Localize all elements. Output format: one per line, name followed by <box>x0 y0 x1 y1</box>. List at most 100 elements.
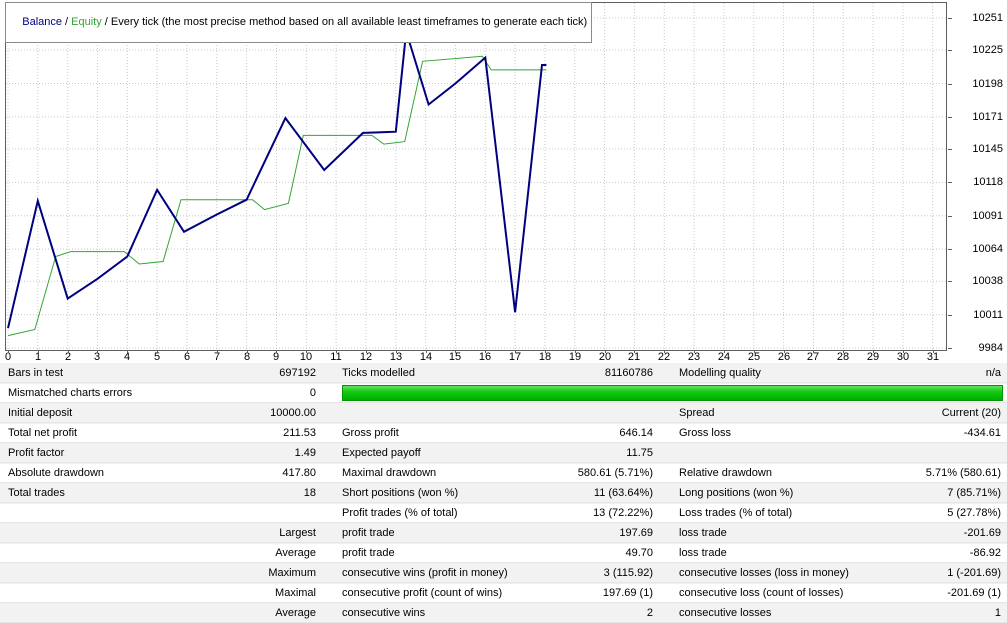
report-row: Bars in test 697192 Ticks modelled 81160786… <box>0 363 1007 383</box>
x-axis-tick <box>366 351 367 353</box>
x-axis-tick <box>664 351 665 353</box>
x-axis-label: 2 <box>64 351 72 363</box>
x-axis-tick <box>545 351 546 353</box>
report-value: 13 (72.22%) <box>593 506 653 519</box>
report-value: 5.71% (580.61) <box>925 466 1001 479</box>
y-axis-tick <box>948 182 952 183</box>
report-label: profit trade <box>342 546 395 559</box>
x-axis-label: 28 <box>836 351 850 363</box>
report-label: Loss trades (% of total) <box>679 506 793 519</box>
report-value: n/a <box>985 366 1001 379</box>
report-row: Profit trades (% of total) 13 (72.22%) Los… <box>0 503 1007 523</box>
report-row: Absolute drawdown 417.80 Maximal drawdown 5… <box>0 463 1007 483</box>
x-axis-tick <box>38 351 39 353</box>
report-value: 7 (85.71%) <box>947 486 1001 499</box>
x-axis-tick <box>605 351 606 353</box>
report-label: Modelling quality <box>679 366 761 379</box>
x-axis-label: 12 <box>359 351 373 363</box>
x-axis-label: 7 <box>213 351 221 363</box>
report-label: Expected payoff <box>342 446 421 459</box>
y-axis-label: 10171 <box>972 111 1003 123</box>
x-axis-tick <box>157 351 158 353</box>
report-label: Long positions (won %) <box>679 486 794 499</box>
report-value: Current (20) <box>941 406 1001 419</box>
x-axis-label: 18 <box>538 351 552 363</box>
x-axis-tick <box>694 351 695 353</box>
report-label: Spread <box>679 406 715 419</box>
x-axis-label: 10 <box>299 351 313 363</box>
report-row: Average profit trade 49.70 loss trade -86.92 <box>0 543 1007 563</box>
x-axis-tick <box>396 351 397 353</box>
report-row: Largest profit trade 197.69 loss trade -201.… <box>0 523 1007 543</box>
x-axis-tick <box>634 351 635 353</box>
x-axis-label: 6 <box>183 351 191 363</box>
x-axis-tick <box>515 351 516 353</box>
x-axis-label: 27 <box>806 351 820 363</box>
report-value: Maximal <box>275 586 316 599</box>
y-axis-tick <box>948 50 952 51</box>
x-axis-tick <box>575 351 576 353</box>
x-axis-label: 13 <box>389 351 403 363</box>
tester-graph[interactable] <box>5 2 947 351</box>
report-value: 197.69 <box>619 526 653 539</box>
report-label: Initial deposit <box>8 406 73 419</box>
report-value: 10000.00 <box>270 406 316 419</box>
y-axis-tick <box>948 84 952 85</box>
y-axis-label: 10251 <box>972 12 1003 24</box>
report-value: 2 <box>646 606 653 619</box>
y-axis-tick <box>948 348 952 349</box>
x-axis-label: 0 <box>4 351 12 363</box>
x-axis-label: 30 <box>896 351 910 363</box>
x-axis-tick <box>933 351 934 353</box>
x-axis-tick <box>843 351 844 353</box>
report-value: Average <box>275 546 316 559</box>
legend-balance-label: Balance <box>22 16 62 28</box>
x-axis-tick <box>426 351 427 353</box>
report-label: Mismatched charts errors <box>8 386 133 399</box>
report-value: 11.75 <box>626 446 653 459</box>
y-axis-tick <box>948 249 952 250</box>
y-axis-tick <box>948 216 952 217</box>
y-axis-tick <box>948 117 952 118</box>
legend-separator: / <box>62 16 72 28</box>
report-value: 18 <box>303 486 316 499</box>
report-label: Relative drawdown <box>679 466 772 479</box>
y-axis-label: 10145 <box>972 143 1003 155</box>
x-axis-label: 31 <box>926 351 940 363</box>
report-value: 5 (27.78%) <box>947 506 1001 519</box>
equity-line <box>7 55 547 337</box>
x-axis-tick <box>217 351 218 353</box>
report-label: Gross loss <box>679 426 731 439</box>
report-value: 81160786 <box>604 366 653 379</box>
report-label: Gross profit <box>342 426 399 439</box>
x-axis-tick <box>813 351 814 353</box>
x-axis-label: 3 <box>93 351 101 363</box>
x-axis-tick <box>724 351 725 353</box>
x-axis-tick <box>306 351 307 353</box>
tester-report-table: Bars in test 697192 Ticks modelled 81160786… <box>0 363 1007 623</box>
report-value: 197.69 (1) <box>602 586 653 599</box>
x-axis-tick <box>187 351 188 353</box>
legend-equity-label: Equity <box>71 16 102 28</box>
x-axis-label: 16 <box>478 351 492 363</box>
report-value: -86.92 <box>969 546 1001 559</box>
report-label: Bars in test <box>8 366 64 379</box>
x-axis-tick <box>336 351 337 353</box>
report-value: -201.69 (1) <box>947 586 1001 599</box>
report-row: Average consecutive wins 2 consecutive loss… <box>0 603 1007 623</box>
x-axis-label: 29 <box>866 351 880 363</box>
report-value: Largest <box>279 526 316 539</box>
report-value: 1 (-201.69) <box>947 566 1001 579</box>
x-axis-label: 26 <box>777 351 791 363</box>
y-axis-tick <box>948 149 952 150</box>
x-axis-label: 25 <box>747 351 761 363</box>
report-value: Average <box>275 606 316 619</box>
x-axis-label: 17 <box>508 351 522 363</box>
x-axis-tick <box>68 351 69 353</box>
y-axis-label: 10225 <box>972 44 1003 56</box>
x-axis-tick <box>276 351 277 353</box>
y-axis-tick <box>948 18 952 19</box>
y-axis-label: 10118 <box>973 176 1003 188</box>
chart-legend: Balance / Equity / Every tick (the most … <box>5 2 593 43</box>
report-label: loss trade <box>679 526 727 539</box>
